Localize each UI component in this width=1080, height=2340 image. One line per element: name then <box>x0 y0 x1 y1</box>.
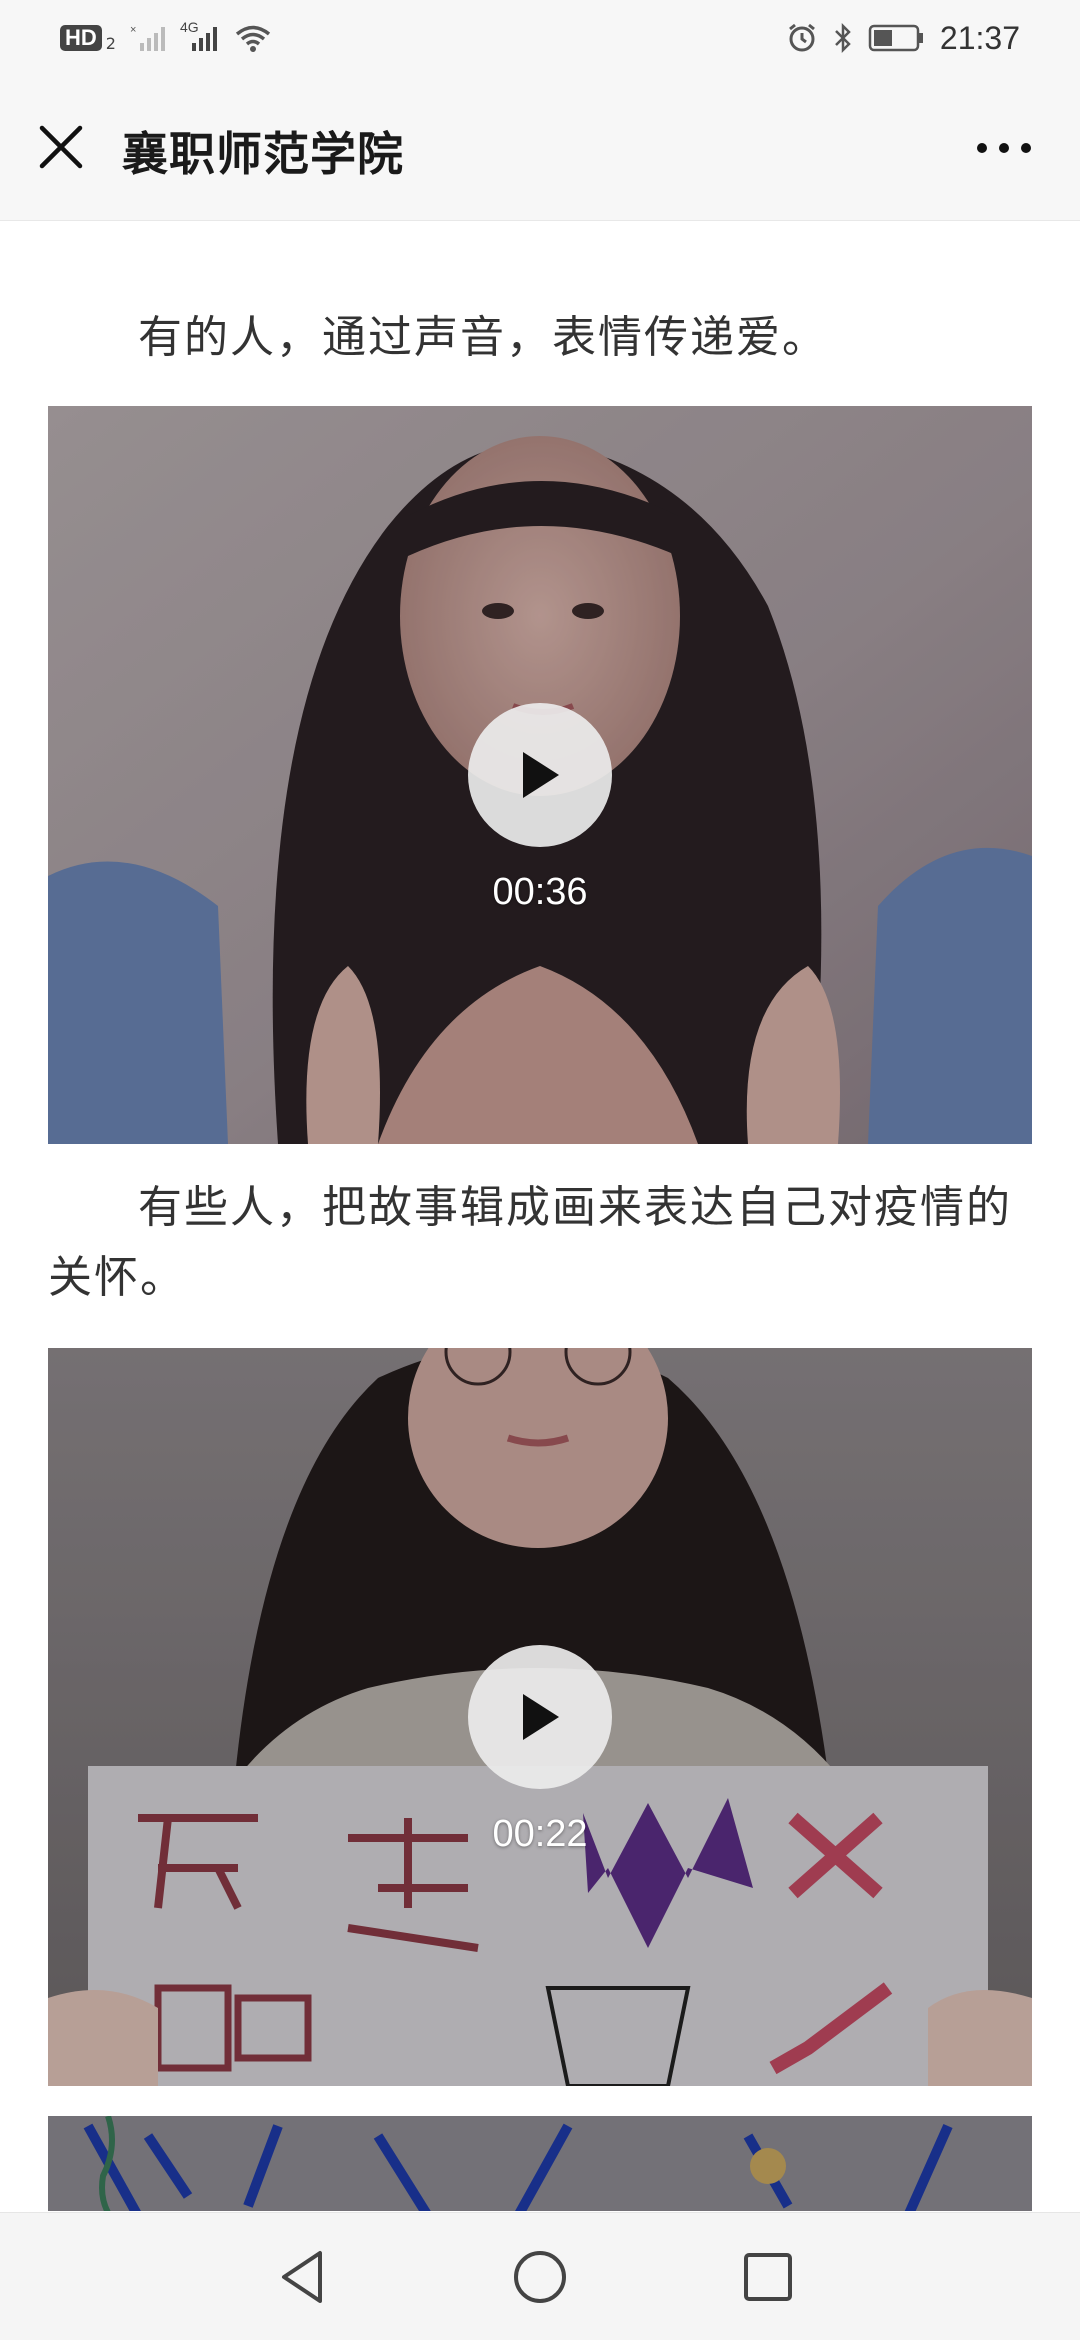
play-icon <box>523 752 559 798</box>
battery-icon <box>868 24 923 52</box>
clock: 21:37 <box>939 19 1020 56</box>
navigation-bar <box>0 2212 1080 2340</box>
paragraph-1-text: 有的人，通过声音，表情传递爱。 <box>138 312 828 363</box>
video-2-play-button[interactable] <box>468 1645 612 1789</box>
hd-sub-label: 2 <box>105 33 116 53</box>
hd-badge: HD <box>60 25 102 51</box>
paragraph-2: 有些人，把故事辑成画来表达自己对疫情的关怀。 <box>48 1173 1032 1313</box>
status-right: 21:37 <box>786 20 1020 57</box>
more-button[interactable] <box>972 132 1036 164</box>
recents-button[interactable] <box>734 2243 802 2311</box>
signal-x-icon: × <box>130 24 165 51</box>
signal-4g-icon: 4G <box>180 19 220 53</box>
back-button[interactable] <box>272 2243 340 2311</box>
page-title: 襄职师范学院 <box>122 127 404 181</box>
video-2-duration: 00:22 <box>492 1813 588 1855</box>
paragraph-2-text: 有些人，把故事辑成画来表达自己对疫情的关怀。 <box>48 1182 1012 1303</box>
video-player-3-partial[interactable] <box>48 2116 1032 2211</box>
home-button[interactable] <box>506 2243 574 2311</box>
close-icon <box>39 125 83 169</box>
screen: HD 2 × 4G 21:37 襄职师范学院 有的人，通过声音，表情传递爱。 0… <box>0 0 1080 2340</box>
title-bar: 襄职师范学院 <box>0 76 1080 221</box>
video-1-play-button[interactable] <box>468 703 612 847</box>
recents-square-icon <box>744 2253 792 2301</box>
article-content: 有的人，通过声音，表情传递爱。 00:36 有些人，把故事辑成画来表达自己对疫情… <box>0 221 1080 2211</box>
status-bar: HD 2 × 4G 21:37 <box>0 0 1080 76</box>
video-player-2[interactable]: 00:22 <box>48 1348 1032 2086</box>
video-player-1[interactable]: 00:36 <box>48 406 1032 1144</box>
alarm-icon <box>788 23 815 52</box>
close-button[interactable] <box>34 120 88 174</box>
svg-text:×: × <box>130 24 136 36</box>
status-left: HD 2 × 4G <box>60 19 272 53</box>
more-icon <box>977 143 1031 153</box>
play-icon <box>523 1694 559 1740</box>
bluetooth-icon <box>835 22 851 54</box>
home-circle-icon <box>514 2251 566 2303</box>
network-type-label: 4G <box>179 19 199 35</box>
video-3-overlay <box>48 2116 1032 2211</box>
video-1-duration: 00:36 <box>492 871 588 913</box>
back-triangle-icon <box>282 2251 322 2303</box>
paragraph-1: 有的人，通过声音，表情传递爱。 <box>48 303 1032 373</box>
wifi-icon <box>235 25 271 52</box>
